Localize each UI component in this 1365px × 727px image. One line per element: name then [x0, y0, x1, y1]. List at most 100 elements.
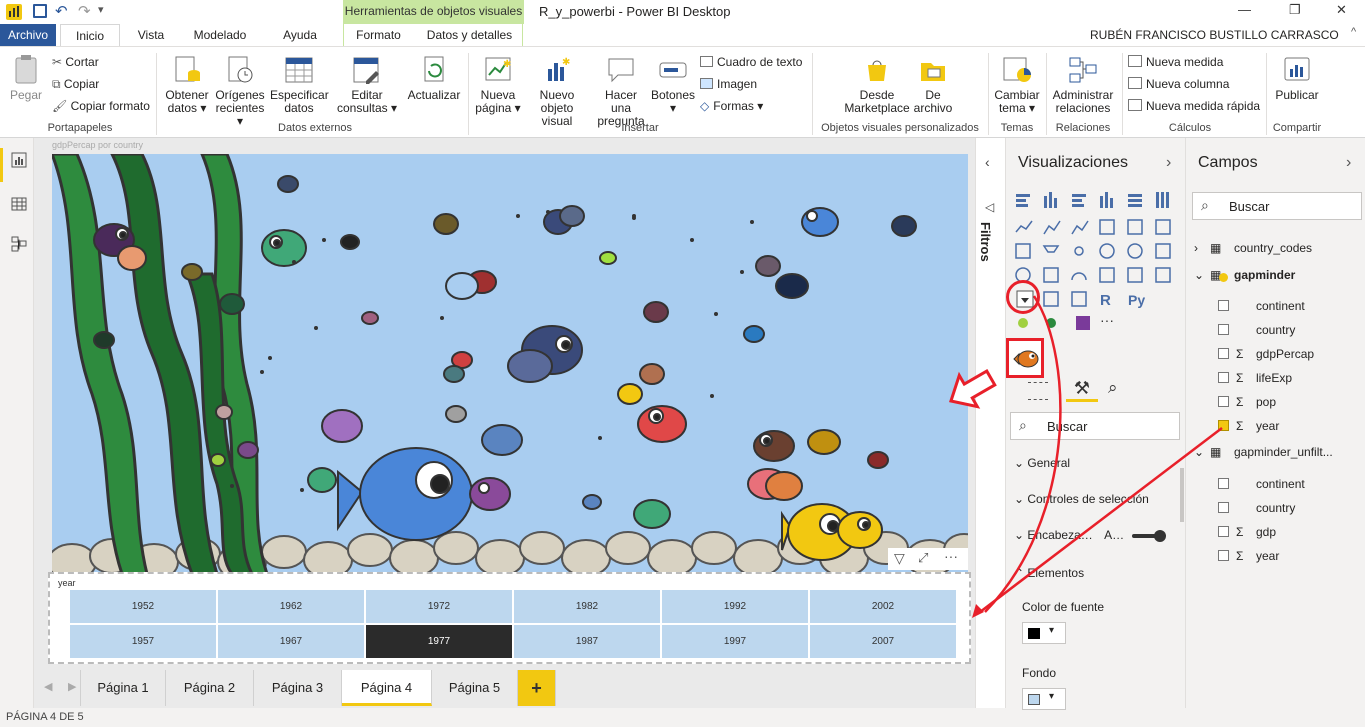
- manage-relationships-button[interactable]: Administrar relaciones: [1050, 55, 1116, 115]
- slicer-option[interactable]: 1967: [218, 625, 364, 658]
- minimize-button[interactable]: —: [1238, 2, 1251, 17]
- buttons-button[interactable]: Botones ▾: [650, 55, 696, 115]
- tab-vista[interactable]: Vista: [128, 24, 174, 46]
- close-button[interactable]: ✕: [1336, 2, 1347, 18]
- slicer-option-selected[interactable]: 1977: [366, 625, 512, 658]
- fields-tab-icon[interactable]: [1028, 382, 1048, 400]
- image-button[interactable]: Imagen: [700, 77, 757, 91]
- get-data-button[interactable]: Obtener datos ▾: [160, 55, 214, 115]
- slicer-option[interactable]: 1972: [366, 590, 512, 623]
- tab-archivo[interactable]: Archivo: [0, 24, 56, 46]
- switch-theme-button[interactable]: Cambiar tema ▾: [992, 55, 1042, 115]
- slicer-option[interactable]: 1952: [70, 590, 216, 623]
- collapse-fields-icon[interactable]: ›: [1346, 154, 1351, 172]
- undo-icon[interactable]: ↶: [55, 2, 68, 20]
- field-pop[interactable]: Σpop: [1186, 390, 1365, 414]
- field-country[interactable]: country: [1186, 318, 1365, 342]
- slicer-option[interactable]: 1957: [70, 625, 216, 658]
- redo-icon[interactable]: ↷: [78, 2, 91, 20]
- field-unfilt-country[interactable]: country: [1186, 496, 1365, 520]
- refresh-button[interactable]: Actualizar: [406, 55, 462, 102]
- tab-datos-detalles[interactable]: Datos y detalles: [417, 24, 523, 46]
- collapse-left-icon[interactable]: ‹: [985, 154, 990, 170]
- marketplace-button[interactable]: Desde Marketplace: [840, 55, 914, 115]
- tab-modelado[interactable]: Modelado: [184, 24, 256, 46]
- field-year-checked[interactable]: Σyear: [1186, 414, 1365, 438]
- filters-pane[interactable]: ‹ ◁ Filtros: [975, 138, 1005, 708]
- ask-question-button[interactable]: Hacer una pregunta: [594, 55, 648, 128]
- field-continent[interactable]: continent: [1186, 294, 1365, 318]
- table-gapminder-unfilt[interactable]: ⌄ ▦ gapminder_unfilt...: [1186, 440, 1365, 464]
- quick-measure-button[interactable]: Nueva medida rápida: [1128, 99, 1260, 113]
- cut-button[interactable]: ✂ Cortar: [52, 55, 99, 69]
- slicer-option[interactable]: 2007: [810, 625, 956, 658]
- section-general[interactable]: ⌄ General: [1014, 456, 1070, 470]
- page-tab-1[interactable]: Página 1: [80, 670, 166, 706]
- year-slicer[interactable]: year 1952 1962 1972 1982 1992 2002 1957 …: [48, 572, 971, 664]
- new-column-button[interactable]: Nueva columna: [1128, 77, 1229, 91]
- slicer-option[interactable]: 1982: [514, 590, 660, 623]
- aquarium-visual[interactable]: ▽ ⤢ ···: [52, 154, 968, 574]
- new-page-button[interactable]: ✱ Nueva página ▾: [472, 55, 524, 115]
- encabezado-toggle[interactable]: [1132, 530, 1166, 542]
- data-view-icon[interactable]: [11, 196, 27, 212]
- collapse-right-icon[interactable]: ›: [1166, 154, 1171, 172]
- field-unfilt-gdp[interactable]: Σgdp: [1186, 520, 1365, 544]
- slicer-option[interactable]: 1992: [662, 590, 808, 623]
- more-visuals-icon[interactable]: ···: [1100, 312, 1114, 328]
- page-tab-4-active[interactable]: Página 4: [342, 670, 432, 706]
- publish-button[interactable]: Publicar: [1272, 55, 1322, 102]
- copy-button[interactable]: ⧉ Copiar: [52, 77, 99, 91]
- font-color-picker[interactable]: ▾: [1022, 622, 1066, 644]
- section-encabezado[interactable]: ⌄ Encabeza… A…: [1014, 528, 1124, 542]
- section-elementos[interactable]: ⌃ Elementos: [1014, 566, 1084, 580]
- page-tab-2[interactable]: Página 2: [166, 670, 254, 706]
- tab-ayuda[interactable]: Ayuda: [270, 24, 330, 46]
- from-file-button[interactable]: De archivo: [910, 55, 956, 115]
- qat-dropdown-icon[interactable]: ▾: [98, 3, 104, 16]
- new-visual-button[interactable]: ✱ Nuevo objeto visual: [524, 55, 590, 128]
- prev-page-icon[interactable]: ◀: [44, 680, 52, 693]
- scrollbar[interactable]: [1180, 468, 1184, 522]
- field-lifeexp[interactable]: ΣlifeExp: [1186, 366, 1365, 390]
- format-painter-button[interactable]: 🖌 Copiar formato: [52, 99, 150, 113]
- slicer-option[interactable]: 1962: [218, 590, 364, 623]
- report-view-icon[interactable]: [11, 152, 27, 168]
- page-tab-3[interactable]: Página 3: [254, 670, 342, 706]
- page-tab-5[interactable]: Página 5: [432, 670, 518, 706]
- field-unfilt-year[interactable]: Σyear: [1186, 544, 1365, 568]
- format-search-box[interactable]: ⌕ Buscar: [1010, 412, 1180, 440]
- custom-visual-highlight[interactable]: [1006, 338, 1044, 378]
- slicer-option[interactable]: 1997: [662, 625, 808, 658]
- table-gapminder[interactable]: ⌄ ▦ gapminder: [1186, 263, 1365, 287]
- focus-mode-icon[interactable]: ⤢: [918, 550, 928, 566]
- background-color-picker[interactable]: ▾: [1022, 688, 1066, 710]
- tab-formato[interactable]: Formato: [343, 24, 413, 46]
- fields-search-box[interactable]: ⌕ Buscar: [1192, 192, 1362, 220]
- table-country-codes[interactable]: › ▦ country_codes: [1186, 236, 1365, 260]
- tab-inicio[interactable]: Inicio: [60, 24, 120, 46]
- field-gdppercap[interactable]: ΣgdpPercap: [1186, 342, 1365, 366]
- format-tab-icon[interactable]: ⚒: [1066, 378, 1098, 402]
- edit-queries-button[interactable]: Editar consultas ▾: [336, 55, 398, 115]
- filter-icon[interactable]: ▽: [894, 550, 905, 567]
- slicer-option[interactable]: 2002: [810, 590, 956, 623]
- ribbon-collapse-icon[interactable]: ^: [1351, 26, 1356, 38]
- enter-data-button[interactable]: Especificar datos: [270, 55, 329, 115]
- analytics-tab-icon[interactable]: ⌕: [1108, 378, 1118, 398]
- add-page-button[interactable]: +: [518, 670, 556, 706]
- field-unfilt-continent[interactable]: continent: [1186, 472, 1365, 496]
- section-controles[interactable]: ⌄ Controles de selección: [1014, 492, 1149, 506]
- recent-sources-button[interactable]: Orígenes recientes ▾: [214, 55, 266, 128]
- save-icon[interactable]: [33, 4, 47, 18]
- restore-button[interactable]: ❐: [1289, 2, 1301, 18]
- shapes-button[interactable]: ◇ Formas ▾: [700, 99, 763, 113]
- model-view-icon[interactable]: [11, 236, 27, 252]
- more-options-icon[interactable]: ···: [944, 548, 958, 564]
- visual-type-gallery[interactable]: R Py: [1014, 190, 1178, 332]
- next-page-icon[interactable]: ▶: [68, 680, 76, 693]
- slicer-option[interactable]: 1987: [514, 625, 660, 658]
- paste-button[interactable]: Pegar: [6, 55, 46, 102]
- text-box-button[interactable]: Cuadro de texto: [700, 55, 802, 69]
- new-measure-button[interactable]: Nueva medida: [1128, 55, 1223, 69]
